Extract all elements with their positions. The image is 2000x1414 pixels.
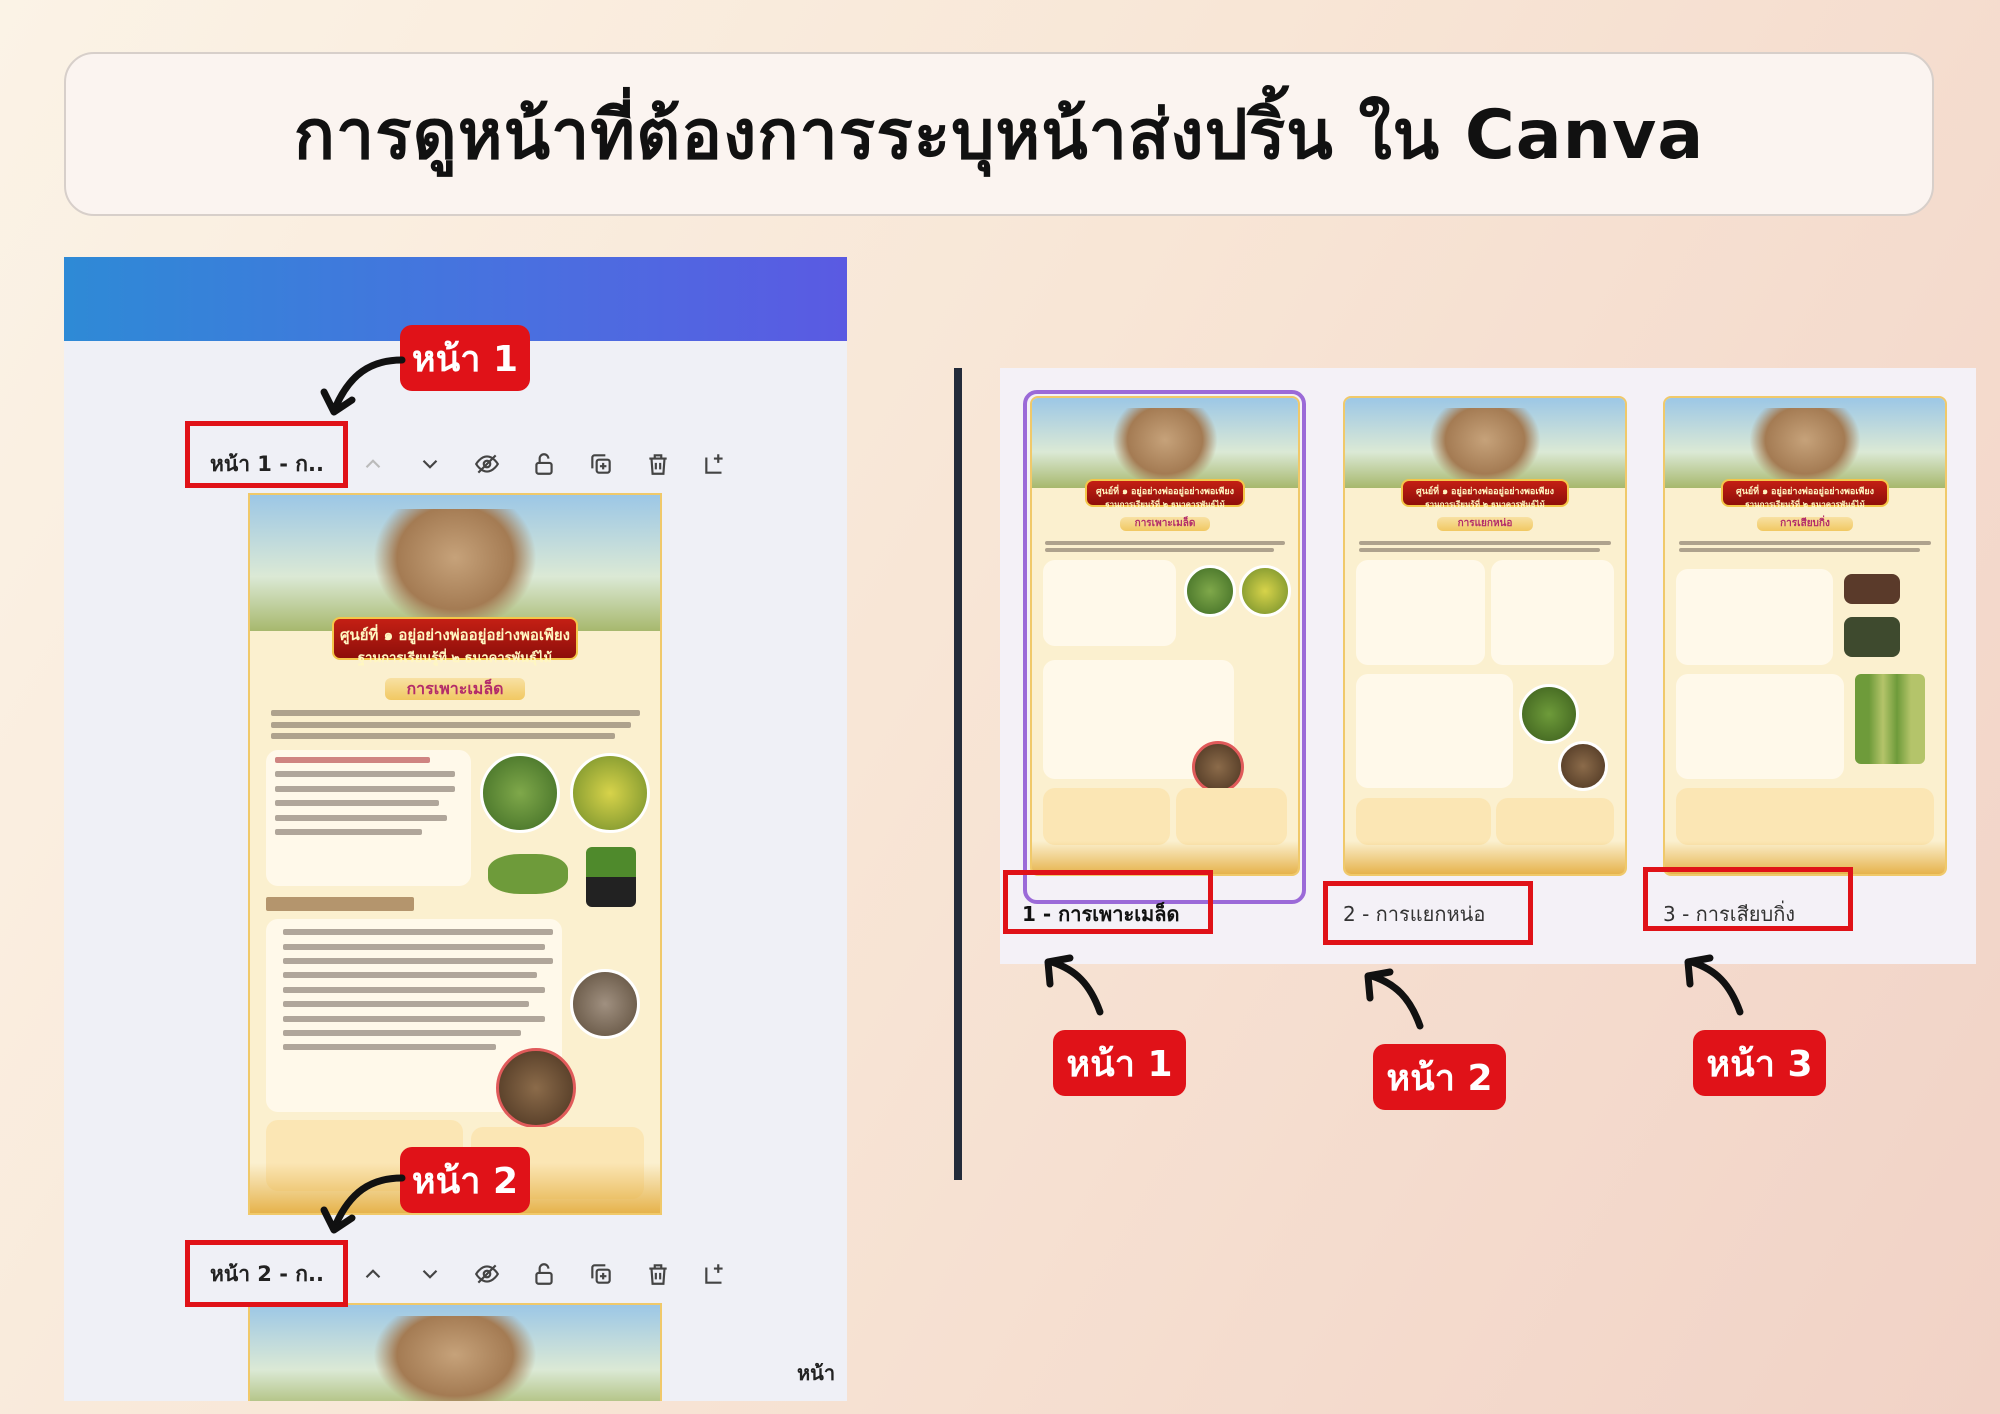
eye-hide-icon[interactable]	[473, 450, 501, 478]
beans-photo	[487, 854, 568, 894]
callout-page3-right: หน้า 3	[1693, 1030, 1826, 1096]
poster-banner-line1: ศูนย์ที่ ๑ อยู่อย่างพ่ออยู่อย่างพอเพียง	[339, 626, 571, 645]
poster-section-title: การเพาะเมล็ด	[406, 679, 504, 699]
soil-photo	[496, 1047, 576, 1128]
thumb1-banner-line2: ฐานการเรียนรู้ที่ ๒ ธนาคารพันธุ์ไม้	[1105, 499, 1225, 509]
chevron-down-icon[interactable]	[416, 450, 444, 478]
poster-page-1[interactable]: ศูนย์ที่ ๑ อยู่อย่างพ่ออยู่อย่างพอเพียง …	[248, 493, 662, 1215]
thumb3-banner-line1: ศูนย์ที่ ๑ อยู่อย่างพ่ออยู่อย่างพอเพียง	[1735, 486, 1874, 497]
chevron-up-icon[interactable]	[359, 450, 387, 478]
thumb2-banner-line2: ฐานการเรียนรู้ที่ ๒ ธนาคารพันธุ์ไม้	[1425, 499, 1545, 509]
pepper-photo	[569, 753, 650, 834]
editor-panel: หน้า 1 - ก.. ศูนย์ที่ ๑ อยู่อย่างพ่ออยู่…	[64, 257, 847, 1401]
highlight-box-page2-label	[185, 1240, 348, 1307]
thumb3-section: การเสียบกิ่ง	[1780, 518, 1830, 529]
callout-page2-right: หน้า 2	[1373, 1044, 1506, 1110]
arrow-icon	[320, 356, 406, 416]
chevron-down-icon[interactable]	[416, 1260, 444, 1288]
callout-page2-left: หน้า 2	[400, 1147, 530, 1213]
poster-banner: ศูนย์ที่ ๑ อยู่อย่างพ่ออยู่อย่างพอเพียง …	[332, 617, 578, 666]
callout-page1-left: หน้า 1	[400, 325, 530, 391]
highlight-box-page1-label	[185, 421, 348, 488]
lock-icon[interactable]	[530, 450, 558, 478]
trash-icon[interactable]	[644, 450, 672, 478]
poster-portrait	[373, 509, 537, 632]
poster-section-heading: การเพาะเมล็ด	[385, 678, 525, 700]
thumb1-banner-line1: ศูนย์ที่ ๑ อยู่อย่างพ่ออยู่อย่างพอเพียง	[1095, 486, 1234, 497]
thumbnail-page-1[interactable]: ศูนย์ที่ ๑ อยู่อย่างพ่ออยู่อย่างพอเพียง …	[1030, 396, 1300, 876]
duplicate-icon[interactable]	[587, 1260, 615, 1288]
arrow-icon	[1684, 954, 1744, 1016]
arrow-icon	[320, 1174, 406, 1234]
poster-page-2[interactable]	[248, 1303, 662, 1401]
thumb1-section: การเพาะเมล็ด	[1134, 518, 1196, 529]
arrow-icon	[1044, 954, 1104, 1016]
add-page-icon[interactable]	[701, 450, 729, 478]
pot-photo	[586, 846, 637, 907]
thumb2-banner-line1: ศูนย์ที่ ๑ อยู่อย่างพ่ออยู่อย่างพอเพียง	[1415, 486, 1554, 497]
poster-banner-line2: ฐานการเรียนรู้ที่ ๒ ธนาคารพันธุ์ไม้	[357, 651, 553, 667]
seedling-photo	[479, 753, 560, 834]
highlight-box-thumb1	[1003, 870, 1213, 934]
chevron-up-icon[interactable]	[359, 1260, 387, 1288]
page-title: การดูหน้าที่ต้องการระบุหน้าส่งปริ้น ใน C…	[293, 96, 1705, 175]
workers-photo	[569, 968, 640, 1039]
thumb2-section: การแยกหน่อ	[1457, 518, 1513, 529]
highlight-box-thumb2	[1323, 881, 1533, 945]
vertical-divider	[954, 368, 962, 1180]
trash-icon[interactable]	[644, 1260, 672, 1288]
callout-page1-right: หน้า 1	[1053, 1030, 1186, 1096]
title-box: การดูหน้าที่ต้องการระบุหน้าส่งปริ้น ใน C…	[64, 52, 1934, 216]
thumb3-banner-line2: ฐานการเรียนรู้ที่ ๒ ธนาคารพันธุ์ไม้	[1745, 499, 1865, 509]
thumbnail-page-3[interactable]: ศูนย์ที่ ๑ อยู่อย่างพ่ออยู่อย่างพอเพียง …	[1663, 396, 1947, 876]
thumbnail-page-2[interactable]: ศูนย์ที่ ๑ อยู่อย่างพ่ออยู่อย่างพอเพียง …	[1343, 396, 1627, 876]
bottom-page-hint: หน้า	[797, 1361, 836, 1385]
lock-icon[interactable]	[530, 1260, 558, 1288]
arrow-icon	[1364, 968, 1424, 1030]
eye-hide-icon[interactable]	[473, 1260, 501, 1288]
add-page-icon[interactable]	[701, 1260, 729, 1288]
highlight-box-thumb3	[1643, 867, 1853, 931]
duplicate-icon[interactable]	[587, 450, 615, 478]
